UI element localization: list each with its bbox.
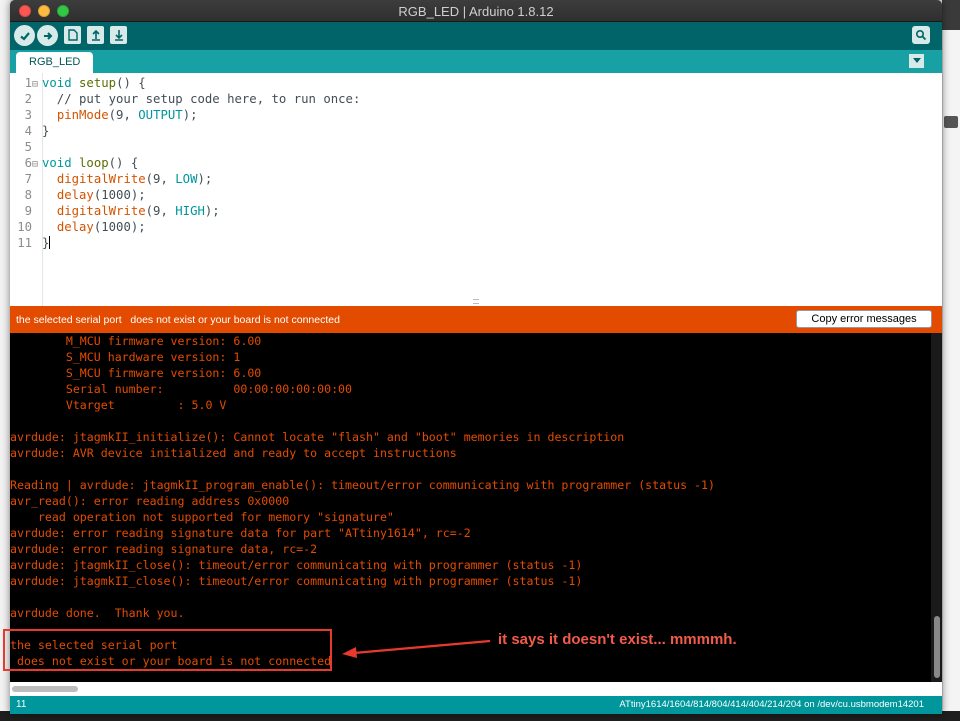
console-vertical-thumb[interactable] (934, 616, 940, 678)
console-line: avr_read(): error reading address 0x0000 (10, 494, 290, 508)
upload-button[interactable] (37, 25, 58, 46)
title-bar: RGB_LED | Arduino 1.8.12 (10, 0, 942, 22)
code-line[interactable]: 8 delay(1000); (10, 187, 360, 203)
console-line: read operation not supported for memory … (10, 510, 394, 524)
checkmark-icon (19, 31, 30, 41)
code-line[interactable]: 1⊟ void setup() { (10, 75, 360, 91)
line-number: 7 (24, 172, 32, 186)
code-line[interactable]: 4} (10, 123, 360, 139)
console-line: M_MCU firmware version: 6.00 (10, 334, 262, 348)
code-line[interactable]: 3 pinMode(9, OUTPUT); (10, 107, 360, 123)
save-arrow-down-icon (114, 30, 123, 41)
line-number: 5 (24, 140, 32, 154)
open-arrow-up-icon (91, 29, 100, 41)
console-text: M_MCU firmware version: 6.00 S_MCU hardw… (10, 333, 715, 669)
code-line[interactable]: 2 // put your setup code here, to run on… (10, 91, 361, 107)
console-horizontal-thumb[interactable] (12, 686, 78, 692)
code-line[interactable]: 11} (10, 235, 360, 251)
line-number: 9 (24, 204, 32, 218)
code-line[interactable]: 10 delay(1000); (10, 219, 360, 235)
new-sketch-button[interactable] (64, 26, 81, 44)
background-right-strip (942, 0, 960, 721)
code-text: // put your setup code here, to run once… (42, 92, 361, 106)
copy-error-messages-button[interactable]: Copy error messages (796, 310, 932, 328)
code-line[interactable]: 5 (10, 139, 360, 155)
line-number: 1 (24, 76, 32, 90)
console-line: Vtarget : 5.0 V (10, 398, 227, 412)
console-vertical-scrollbar[interactable] (931, 333, 942, 682)
console-line: avrdude: error reading signature data, r… (10, 542, 318, 556)
text-cursor (49, 236, 51, 249)
code-line[interactable]: 9 digitalWrite(9, HIGH); (10, 203, 360, 219)
current-line-number: 11 (16, 699, 27, 710)
window-title: RGB_LED | Arduino 1.8.12 (398, 4, 554, 19)
error-status-bar: the selected serial port does not exist … (10, 306, 942, 333)
arrow-right-icon (43, 31, 52, 40)
background-left-strip (0, 0, 10, 721)
code-line[interactable]: 6⊟ void loop() { (10, 155, 360, 171)
line-number: 11 (17, 236, 32, 250)
arduino-window: RGB_LED | Arduino 1.8.12 RGB_LED 1⊟ void … (10, 0, 942, 714)
console-horizontal-scrollbar[interactable] (10, 682, 942, 696)
background-right-header (942, 0, 960, 30)
pane-splitter-handle[interactable] (473, 299, 479, 304)
code-text: digitalWrite(9, LOW); (56, 172, 213, 186)
annotation-text: it says it doesn't exist... mmmmh. (498, 631, 737, 648)
save-sketch-button[interactable] (110, 26, 127, 44)
background-comment-icon (944, 116, 958, 128)
line-number: 4 (24, 124, 32, 138)
code-line[interactable]: 7 digitalWrite(9, LOW); (10, 171, 360, 187)
annotation-highlight-box (3, 629, 332, 671)
line-number: 10 (17, 220, 32, 234)
verify-button[interactable] (14, 25, 35, 46)
console-line: avrdude: error reading signature data fo… (10, 526, 471, 540)
line-number: 3 (24, 108, 32, 122)
new-file-icon (67, 29, 78, 41)
line-number: 2 (24, 92, 32, 106)
code-text: void setup() { (42, 76, 146, 90)
annotation-arrow (342, 639, 491, 658)
tab-menu-button[interactable] (909, 54, 924, 68)
code-text: } (42, 124, 50, 138)
code-text: digitalWrite(9, HIGH); (56, 204, 220, 218)
console-line: S_MCU hardware version: 1 (10, 350, 241, 364)
console-line: S_MCU firmware version: 6.00 (10, 366, 262, 380)
console-line: avrdude: AVR device initialized and read… (10, 446, 457, 460)
toolbar (10, 22, 942, 50)
code-text: delay(1000); (56, 220, 146, 234)
console-line: avrdude: jtagmkII_close(): timeout/error… (10, 574, 583, 588)
code-text: void loop() { (42, 156, 139, 170)
console-line: avrdude: jtagmkII_initialize(): Cannot l… (10, 430, 625, 444)
console-line: avrdude done. Thank you. (10, 606, 185, 620)
serial-monitor-button[interactable] (912, 26, 930, 44)
bottom-status-bar: 11 ATtiny1614/1604/814/804/414/404/214/2… (10, 696, 942, 714)
status-message: the selected serial port does not exist … (16, 314, 340, 326)
console-line: avrdude: jtagmkII_close(): timeout/error… (10, 558, 583, 572)
board-port-info: ATtiny1614/1604/814/804/414/404/214/204 … (619, 699, 924, 710)
tab-rgb-led[interactable]: RGB_LED (16, 52, 94, 73)
tab-row: RGB_LED (10, 50, 942, 73)
code-editor[interactable]: 1⊟ void setup() {2 // put your setup code… (10, 73, 942, 306)
open-sketch-button[interactable] (87, 26, 104, 44)
line-number: 8 (24, 188, 32, 202)
code-area[interactable]: 1⊟ void setup() {2 // put your setup code… (10, 75, 360, 251)
code-text: delay(1000); (56, 188, 146, 202)
magnifier-icon (915, 29, 927, 41)
console-line: Serial number: 00:00:00:00:00:00 (10, 382, 353, 396)
line-number: 6 (24, 156, 32, 170)
console-line: Reading | avrdude: jtagmkII_program_enab… (10, 478, 715, 492)
code-text: pinMode(9, OUTPUT); (56, 108, 198, 122)
chevron-down-icon (912, 58, 921, 63)
code-text: } (42, 236, 51, 250)
